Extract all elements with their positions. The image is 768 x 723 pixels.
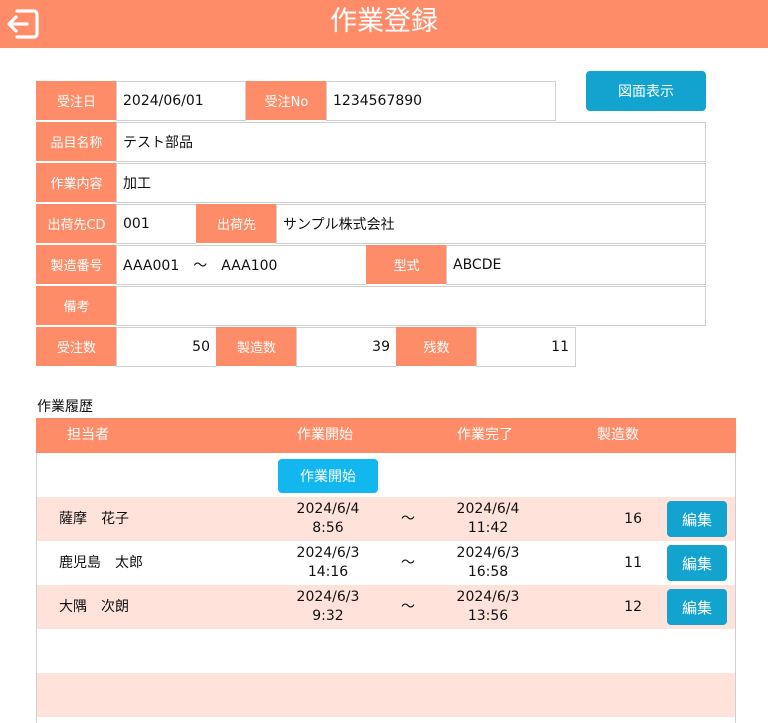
order-no-label: 受注No [246,81,327,121]
table-row: 鹿児島 太郎 2024/6/3 14:16 ～ 2024/6/3 16:58 1… [37,541,735,585]
end-time: 16:58 [467,564,509,580]
end-datetime: 2024/6/3 16:58 [438,544,538,582]
start-date: 2024/6/3 [296,589,360,605]
show-drawing-button[interactable]: 図面表示 [586,71,706,111]
person-name: 大隅 次朗 [59,599,129,615]
page-title: 作業登録 [330,6,438,37]
made-qty-label: 製造数 [216,327,297,367]
col-end: 作業完了 [457,427,513,443]
start-time: 14:16 [307,564,349,580]
made-qty: 16 [624,511,642,527]
empty-row [37,629,735,673]
col-start: 作業開始 [297,427,353,443]
end-datetime: 2024/6/3 13:56 [438,588,538,626]
start-work-button[interactable]: 作業開始 [278,459,378,493]
serial-value: AAA001 ～ AAA100 [116,245,367,285]
table-row: 薩摩 花子 2024/6/4 8:56 ～ 2024/6/4 11:42 16 … [37,497,735,541]
order-date-value: 2024/06/01 [116,81,246,121]
ship-to-label: 出荷先 [196,204,277,244]
history-table-header: 担当者 作業開始 作業完了 製造数 [36,418,736,453]
order-qty-label: 受注数 [36,327,117,367]
range-separator: ～ [401,555,415,571]
end-date: 2024/6/4 [456,501,520,517]
col-person: 担当者 [67,427,109,443]
end-date: 2024/6/3 [456,545,520,561]
history-table-body: 作業開始 薩摩 花子 2024/6/4 8:56 ～ 2024/6/4 11:4… [36,453,736,723]
order-date-label: 受注日 [36,81,117,121]
range-separator: ～ [401,599,415,615]
start-row: 作業開始 [37,453,735,497]
start-time: 9:32 [312,608,344,624]
start-datetime: 2024/6/3 14:16 [278,544,378,582]
model-value: ABCDE [446,245,706,285]
person-name: 鹿児島 太郎 [59,555,143,571]
start-date: 2024/6/3 [296,545,360,561]
table-row: 大隅 次朗 2024/6/3 9:32 ～ 2024/6/3 13:56 12 … [37,585,735,629]
made-qty: 11 [624,555,642,571]
order-no-value: 1234567890 [326,81,556,121]
serial-label: 製造番号 [36,245,117,285]
end-datetime: 2024/6/4 11:42 [438,500,538,538]
start-datetime: 2024/6/3 9:32 [278,588,378,626]
remain-label: 残数 [396,327,477,367]
item-name-label: 品目名称 [36,122,117,162]
col-qty: 製造数 [597,427,639,443]
start-date: 2024/6/4 [296,501,360,517]
ship-cd-label: 出荷先CD [36,204,117,244]
start-time: 8:56 [312,520,344,536]
remarks-value [116,286,706,326]
edit-button[interactable]: 編集 [667,589,727,625]
order-qty-value: 50 [116,327,217,367]
remain-value: 11 [476,327,576,367]
range-separator: ～ [401,511,415,527]
history-title: 作業履歴 [37,399,93,415]
work-content-value: 加工 [116,163,706,203]
edit-button[interactable]: 編集 [667,501,727,537]
model-label: 型式 [366,245,447,285]
work-content-label: 作業内容 [36,163,117,203]
end-time: 13:56 [467,608,509,624]
empty-row [37,673,735,717]
ship-cd-value: 001 [116,204,197,244]
person-name: 薩摩 花子 [59,511,129,527]
ship-to-value: サンプル株式会社 [276,204,706,244]
item-name-value: テスト部品 [116,122,706,162]
app-header: 作業登録 [0,0,768,48]
remarks-label: 備考 [36,286,117,326]
edit-button[interactable]: 編集 [667,545,727,581]
end-time: 11:42 [467,520,509,536]
made-qty: 12 [624,599,642,615]
made-qty-value: 39 [296,327,397,367]
start-datetime: 2024/6/4 8:56 [278,500,378,538]
end-date: 2024/6/3 [456,589,520,605]
